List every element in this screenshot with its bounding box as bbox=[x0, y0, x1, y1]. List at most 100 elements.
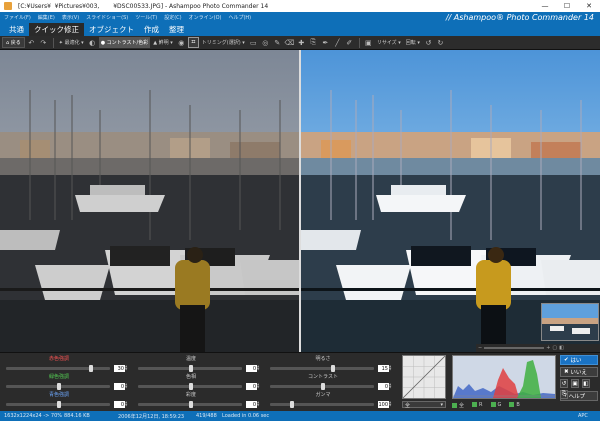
gamma-spinner[interactable]: ▲ ▼ bbox=[389, 401, 393, 408]
crop-icon[interactable]: ⌗ bbox=[187, 37, 199, 48]
temperature-knob[interactable] bbox=[189, 365, 193, 372]
tab-common[interactable]: 共通 bbox=[4, 23, 29, 36]
checkbox-icon bbox=[509, 402, 515, 407]
saturation-spinner[interactable]: ▲ ▼ bbox=[257, 401, 261, 408]
rect-select-icon[interactable]: ▭ bbox=[248, 37, 259, 48]
gamma-label: ガンマ bbox=[315, 392, 331, 398]
brightness-knob[interactable] bbox=[331, 365, 335, 372]
rotate-right-icon[interactable]: ↻ bbox=[435, 37, 446, 48]
blue-boost-value[interactable]: 0 bbox=[114, 401, 125, 408]
resize-label: リサイズ bbox=[376, 40, 397, 46]
tab-quick-fix[interactable]: クイック修正 bbox=[29, 23, 84, 36]
brightness-value[interactable]: 15 bbox=[378, 365, 389, 372]
status-mode: APC bbox=[578, 413, 588, 419]
red-eye-icon[interactable]: ◉ bbox=[176, 37, 187, 48]
fit-icon[interactable]: ▢ bbox=[552, 345, 557, 351]
frame-icon[interactable]: ▣ bbox=[363, 37, 374, 48]
rotate-left-icon[interactable]: ↺ bbox=[423, 37, 434, 48]
contrast-icon[interactable]: ◐ bbox=[87, 37, 98, 48]
menu-online[interactable]: オンライン(O) bbox=[189, 14, 222, 21]
rotate-label: 回転 bbox=[405, 40, 416, 46]
red-boost-slider[interactable] bbox=[6, 367, 110, 370]
menu-view[interactable]: 表示(V) bbox=[62, 14, 79, 21]
tab-create[interactable]: 作成 bbox=[139, 23, 164, 36]
compare-divider[interactable] bbox=[299, 50, 301, 352]
brightness-slider[interactable] bbox=[270, 367, 374, 370]
auto-fix-button[interactable]: ✦ 最適化 ▾ bbox=[57, 37, 86, 48]
rotate-button[interactable]: 回転 ▾ bbox=[404, 37, 422, 48]
brush-icon[interactable]: ✎ bbox=[272, 37, 283, 48]
contrast-knob[interactable] bbox=[321, 383, 325, 390]
close-button[interactable]: ✕ bbox=[578, 0, 600, 12]
menu-help[interactable]: ヘルプ(H) bbox=[228, 14, 251, 21]
resize-button[interactable]: リサイズ ▾ bbox=[375, 37, 403, 48]
contrast-value[interactable]: 0 bbox=[378, 383, 389, 390]
navigator-thumbnail[interactable] bbox=[541, 303, 599, 341]
green-boost-spinner[interactable]: ▲ ▼ bbox=[125, 383, 129, 390]
no-button[interactable]: ✖ いいえ bbox=[560, 367, 598, 377]
channel-blue-toggle[interactable]: B bbox=[509, 402, 520, 408]
red-boost-value[interactable]: 30 bbox=[114, 365, 125, 372]
hue-spinner[interactable]: ▲ ▼ bbox=[257, 383, 261, 390]
blue-boost-spinner[interactable]: ▲ ▼ bbox=[125, 401, 129, 408]
reset-icon[interactable]: ↺ bbox=[560, 379, 568, 388]
pencil-icon[interactable]: ✐ bbox=[344, 37, 355, 48]
bandage-icon[interactable]: ✚ bbox=[296, 37, 307, 48]
tone-curve[interactable] bbox=[402, 355, 446, 399]
temperature-value[interactable]: 0 bbox=[246, 365, 257, 372]
minimize-button[interactable]: — bbox=[534, 0, 556, 12]
pen-icon[interactable]: ✒ bbox=[320, 37, 331, 48]
yes-button[interactable]: ✔ はい bbox=[560, 355, 598, 365]
line-icon[interactable]: ╱ bbox=[332, 37, 343, 48]
channel-green-toggle[interactable]: G bbox=[490, 402, 501, 408]
red-boost-spinner[interactable]: ▲ ▼ bbox=[125, 365, 129, 372]
extra-buttons: ↺ ▣ ◧ ⎘ bbox=[560, 379, 598, 399]
save-icon[interactable]: ▣ bbox=[570, 379, 579, 388]
gamma-value[interactable]: 100 bbox=[378, 401, 389, 408]
tab-objects[interactable]: オブジェクト bbox=[84, 23, 139, 36]
menu-settings[interactable]: 設定(C) bbox=[164, 14, 181, 21]
redo-icon[interactable]: ↷ bbox=[38, 37, 49, 48]
undo-icon[interactable]: ↶ bbox=[26, 37, 37, 48]
gamma-slider[interactable] bbox=[270, 403, 374, 406]
gamma-knob[interactable] bbox=[290, 401, 294, 408]
crop-select-button[interactable]: トリミング(選択) ▾ bbox=[200, 37, 247, 48]
curve-channel-select[interactable]: 全 ▾ bbox=[402, 401, 446, 409]
menu-tools[interactable]: ツール(T) bbox=[135, 14, 157, 21]
contrast-color-button[interactable]: ● コントラスト/色彩 bbox=[98, 37, 151, 48]
channel-all-toggle[interactable]: 全 bbox=[452, 402, 464, 409]
checkbox-icon bbox=[452, 402, 457, 408]
tab-organize[interactable]: 整理 bbox=[164, 23, 189, 36]
hue-knob[interactable] bbox=[189, 383, 193, 390]
menu-slideshow[interactable]: スライドショー(S) bbox=[86, 14, 128, 21]
green-boost-knob[interactable] bbox=[57, 383, 61, 390]
back-button[interactable]: ⌂ 戻る bbox=[2, 37, 25, 48]
sharpen-button[interactable]: ▲ 鮮明 ▾ bbox=[151, 37, 175, 48]
hue-value[interactable]: 0 bbox=[246, 383, 257, 390]
eraser-icon[interactable]: ⌫ bbox=[284, 37, 295, 48]
menu-edit[interactable]: 編集(E) bbox=[38, 14, 55, 21]
red-boost-label: 赤色強調 bbox=[48, 356, 69, 362]
maximize-button[interactable]: ☐ bbox=[556, 0, 578, 12]
dropdown-icon: ▾ bbox=[240, 39, 245, 46]
temperature-spinner[interactable]: ▲ ▼ bbox=[257, 365, 261, 372]
checkbox-icon bbox=[490, 402, 496, 407]
brightness-spinner[interactable]: ▲ ▼ bbox=[389, 365, 393, 372]
red-boost-knob[interactable] bbox=[89, 365, 93, 372]
compare-icon[interactable]: ◧ bbox=[581, 379, 590, 388]
eye-icon[interactable]: ◎ bbox=[260, 37, 271, 48]
temperature-label: 温度 bbox=[185, 356, 196, 362]
zoom-track[interactable] bbox=[484, 347, 545, 349]
saturation-knob[interactable] bbox=[189, 401, 193, 408]
zoom-in-icon[interactable]: + bbox=[546, 345, 550, 351]
green-boost-value[interactable]: 0 bbox=[114, 383, 125, 390]
app-window: [C:¥Users¥ ¥Pictures¥003, ¥DSC00533.JPG]… bbox=[0, 0, 600, 421]
contrast-spinner[interactable]: ▲ ▼ bbox=[389, 383, 393, 390]
saturation-value[interactable]: 0 bbox=[246, 401, 257, 408]
blue-boost-knob[interactable] bbox=[57, 401, 61, 408]
clone-icon[interactable]: ⎘ bbox=[308, 37, 319, 48]
zoom-out-icon[interactable]: − bbox=[478, 345, 482, 351]
split-view-icon[interactable]: ◧ bbox=[559, 345, 564, 351]
menu-file[interactable]: ファイル(F) bbox=[4, 14, 31, 21]
channel-red-toggle[interactable]: R bbox=[472, 402, 483, 408]
